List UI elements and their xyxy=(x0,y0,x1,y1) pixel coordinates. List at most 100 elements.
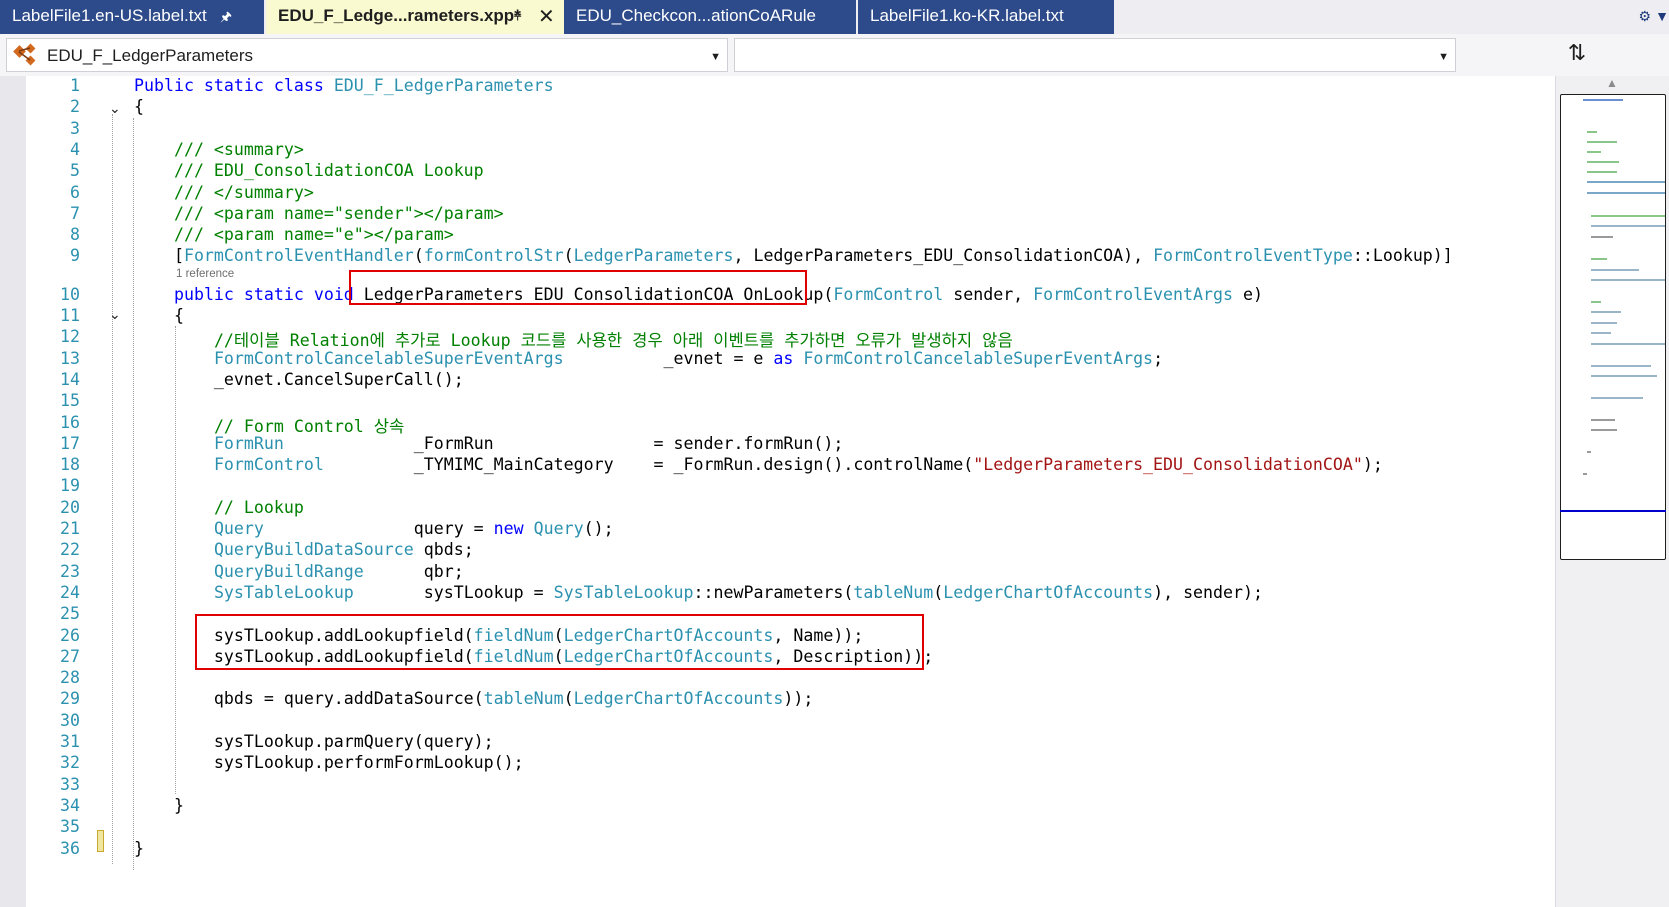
code-text[interactable]: { xyxy=(134,306,184,325)
code-text[interactable]: FormControl _TYMIMC_MainCategory = _Form… xyxy=(134,455,1383,474)
code-text[interactable]: qbds = query.addDataSource(tableNum(Ledg… xyxy=(134,689,813,708)
minimap-line xyxy=(1587,141,1617,143)
code-text[interactable]: Public static class EDU_F_LedgerParamete… xyxy=(134,76,554,95)
line-number: 31 xyxy=(60,732,80,751)
code-text[interactable]: /// <summary> xyxy=(134,140,304,159)
line-number: 22 xyxy=(60,540,80,560)
settings-gear-icon[interactable]: ⚙ xyxy=(1638,8,1651,25)
scrollbar-thumb[interactable] xyxy=(1560,94,1666,560)
code-text[interactable]: } xyxy=(134,796,184,815)
collapse-chevron-icon[interactable]: ⌄ xyxy=(109,100,121,117)
scroll-up-icon[interactable]: ▲ xyxy=(1606,76,1618,90)
code-text[interactable]: FormControlCancelableSuperEventArgs _evn… xyxy=(134,349,1163,368)
code-line[interactable]: 32 sysTLookup.performFormLookup(); xyxy=(0,753,1555,775)
tab-label: EDU_F_Ledge...rameters.xpp* xyxy=(278,6,521,25)
code-line[interactable]: 3 xyxy=(0,119,1555,141)
line-number: 16 xyxy=(60,412,80,432)
code-line[interactable]: 4 /// <summary> xyxy=(0,140,1555,162)
tab-edu-f-ledgerparameters[interactable]: EDU_F_Ledge...rameters.xpp* ⫧ ✕ xyxy=(266,0,564,34)
code-editor[interactable]: 1 Public static class EDU_F_LedgerParamet… xyxy=(0,76,1555,907)
code-line[interactable]: 6 /// </summary> xyxy=(0,183,1555,205)
chevron-down-icon: ▼ xyxy=(1438,51,1449,63)
code-line[interactable]: 33 xyxy=(0,775,1555,797)
minimap-line xyxy=(1583,99,1623,101)
code-line[interactable]: 13 FormControlCancelableSuperEventArgs _… xyxy=(0,349,1555,371)
code-text[interactable]: // Lookup xyxy=(134,498,304,517)
code-line[interactable]: 35 xyxy=(0,817,1555,839)
code-text[interactable]: /// <param name="sender"></param> xyxy=(134,204,504,223)
member-dropdown[interactable]: ▼ xyxy=(734,38,1456,72)
code-text[interactable]: QueryBuildDataSource qbds; xyxy=(134,540,474,559)
split-window-icon[interactable]: ⇅ xyxy=(1555,40,1599,68)
code-line[interactable]: 24 SysTableLookup sysTLookup = SysTableL… xyxy=(0,583,1555,605)
minimap-line xyxy=(1587,131,1597,133)
code-text[interactable]: FormRun _FormRun = sender.formRun(); xyxy=(134,434,843,453)
code-line[interactable]: 14 _evnet.CancelSuperCall(); xyxy=(0,370,1555,392)
code-text[interactable]: Query query = new Query(); xyxy=(134,519,614,538)
minimap-line xyxy=(1591,343,1665,345)
minimap-line xyxy=(1591,429,1617,431)
code-line[interactable]: 1 Public static class EDU_F_LedgerParamet… xyxy=(0,76,1555,98)
code-text[interactable]: _evnet.CancelSuperCall(); xyxy=(134,370,464,389)
code-line[interactable]: 5 /// EDU_ConsolidationCOA Lookup xyxy=(0,161,1555,183)
code-line[interactable]: 34 } xyxy=(0,796,1555,818)
line-number: 15 xyxy=(60,391,80,411)
code-line[interactable]: 36} xyxy=(0,839,1555,861)
pin-icon[interactable]: 🖈 xyxy=(220,8,232,30)
code-line[interactable]: 8 /// <param name="e"></param> xyxy=(0,225,1555,247)
code-text[interactable]: /// <param name="e"></param> xyxy=(134,225,454,244)
line-number: 13 xyxy=(60,348,80,368)
code-line[interactable]: 21 Query query = new Query(); xyxy=(0,519,1555,541)
code-line[interactable]: 16 // Form Control 상속 xyxy=(0,412,1555,436)
line-number: 5 xyxy=(70,161,80,181)
code-text[interactable]: } xyxy=(134,839,144,858)
tab-labelfile-ko-kr[interactable]: LabelFile1.ko-KR.label.txt xyxy=(858,0,1116,34)
codelens-reference[interactable]: 1 reference xyxy=(176,268,234,280)
code-line[interactable]: 18 FormControl _TYMIMC_MainCategory = _F… xyxy=(0,455,1555,477)
code-line[interactable]: 7 /// <param name="sender"></param> xyxy=(0,204,1555,226)
tab-edu-checkcon[interactable]: EDU_Checkcon...ationCoARule xyxy=(564,0,858,34)
minimap-line xyxy=(1591,215,1665,217)
code-line[interactable]: 12 //테이블 Relation에 추가로 Lookup 코드를 사용한 경우… xyxy=(0,327,1555,350)
line-number: 26 xyxy=(60,625,80,645)
minimap-line xyxy=(1591,322,1617,324)
change-marker xyxy=(97,830,104,852)
line-number: 11 xyxy=(60,306,80,325)
close-icon[interactable]: ✕ xyxy=(538,4,555,29)
code-line[interactable]: 22 QueryBuildDataSource qbds; xyxy=(0,540,1555,562)
code-line[interactable]: 30 xyxy=(0,711,1555,733)
chevron-down-icon: ▼ xyxy=(710,51,721,63)
line-number: 29 xyxy=(60,689,80,709)
tab-labelfile-en-us[interactable]: LabelFile1.en-US.label.txt 🖈 xyxy=(0,0,266,34)
code-line[interactable]: 19 xyxy=(0,476,1555,498)
code-line[interactable]: 15 xyxy=(0,391,1555,413)
tab-list-dropdown-icon[interactable]: ▼ xyxy=(1655,8,1669,24)
code-text[interactable]: SysTableLookup sysTLookup = SysTableLook… xyxy=(134,583,1263,602)
code-text[interactable]: sysTLookup.performFormLookup(); xyxy=(134,753,524,772)
code-text[interactable]: { xyxy=(134,97,144,116)
code-line[interactable]: 2{ xyxy=(0,97,1555,119)
pin-icon[interactable]: ⫧ xyxy=(514,8,521,24)
code-line[interactable]: 31 sysTLookup.parmQuery(query); xyxy=(0,732,1555,754)
collapse-chevron-icon[interactable]: ⌄ xyxy=(109,306,121,323)
minimap-line xyxy=(1587,161,1619,163)
minimap-line xyxy=(1591,258,1607,260)
code-line[interactable]: 29 qbds = query.addDataSource(tableNum(L… xyxy=(0,689,1555,711)
vertical-scrollbar-map[interactable]: ▲ xyxy=(1555,76,1669,907)
code-text[interactable]: /// </summary> xyxy=(134,183,314,202)
code-text[interactable]: /// EDU_ConsolidationCOA Lookup xyxy=(134,161,484,180)
line-number: 30 xyxy=(60,710,80,730)
code-line[interactable]: 28 xyxy=(0,668,1555,690)
type-dropdown[interactable]: EDU_F_LedgerParameters ▼ xyxy=(6,38,728,72)
code-line[interactable]: 11 { xyxy=(0,306,1555,328)
code-line[interactable]: 20 // Lookup xyxy=(0,498,1555,520)
code-text[interactable]: sysTLookup.parmQuery(query); xyxy=(134,732,494,751)
code-text[interactable]: QueryBuildRange qbr; xyxy=(134,562,464,581)
line-number: 3 xyxy=(70,118,80,138)
minimap-line xyxy=(1591,397,1643,399)
code-text[interactable]: [FormControlEventHandler(formControlStr(… xyxy=(134,246,1453,265)
code-line[interactable]: 17 FormRun _FormRun = sender.formRun(); xyxy=(0,434,1555,456)
code-line[interactable]: 9 [FormControlEventHandler(formControlSt… xyxy=(0,246,1555,268)
code-line[interactable]: 23 QueryBuildRange qbr; xyxy=(0,562,1555,584)
highlight-box-method-name xyxy=(349,270,807,305)
